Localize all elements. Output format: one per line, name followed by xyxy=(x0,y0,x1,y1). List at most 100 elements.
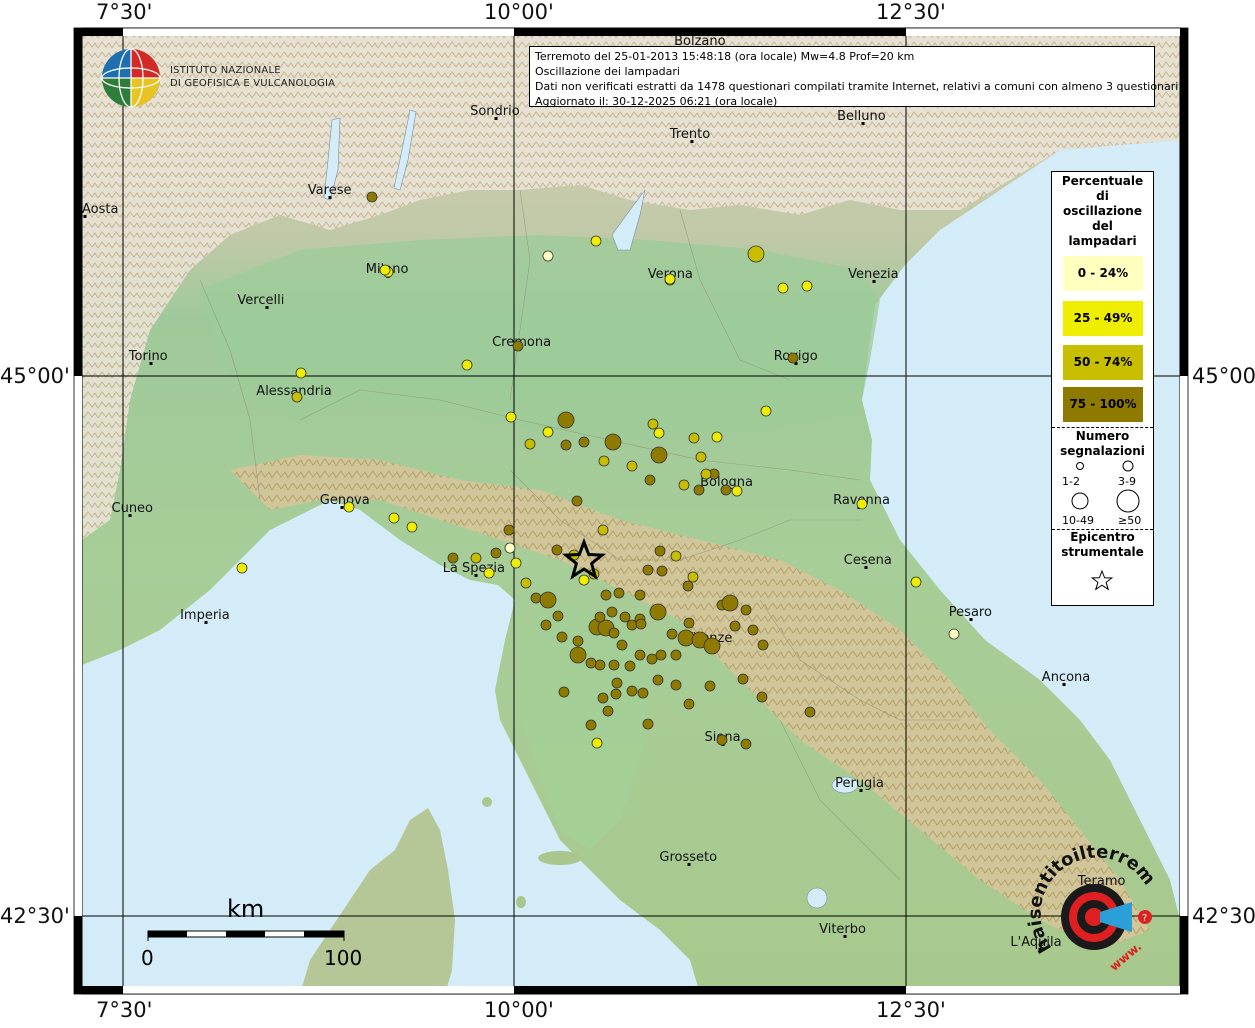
observation-point xyxy=(704,680,716,692)
city-marker xyxy=(128,514,132,517)
city-marker xyxy=(474,574,478,577)
city-label: Varese xyxy=(308,183,352,198)
observation-point xyxy=(642,564,654,576)
city-marker xyxy=(83,215,87,218)
observation-point xyxy=(504,542,516,554)
institute-line2: DI GEOFISICA E VULCANOLOGIA xyxy=(170,78,336,89)
observation-point xyxy=(716,734,728,746)
observation-point xyxy=(642,718,654,730)
observation-point xyxy=(626,460,638,472)
observation-point xyxy=(447,552,459,564)
observation-point xyxy=(291,391,303,403)
observation-point xyxy=(483,567,495,579)
legend-title: Percentuale di oscillazione del lampadar… xyxy=(1052,174,1153,249)
observation-point xyxy=(747,245,765,263)
city-marker xyxy=(861,122,865,125)
elba-island xyxy=(538,851,582,865)
observation-point xyxy=(503,524,515,536)
city-label: Viterbo xyxy=(819,922,866,937)
observation-point xyxy=(619,611,631,623)
observation-point xyxy=(606,606,618,618)
lat-right-2: 42°30' xyxy=(1192,904,1255,928)
observation-point xyxy=(804,706,816,718)
observation-point xyxy=(608,659,620,671)
city-label: Grosseto xyxy=(659,850,717,865)
scale-max: 100 xyxy=(324,946,362,970)
observation-point xyxy=(777,282,789,294)
observation-point xyxy=(236,562,248,574)
observation-point xyxy=(670,550,682,562)
observation-point xyxy=(461,359,473,371)
observation-point xyxy=(490,547,502,559)
city-marker xyxy=(690,140,694,143)
observation-point xyxy=(801,280,813,292)
observation-point xyxy=(530,592,542,604)
lon-bottom-2: 10°00' xyxy=(484,998,554,1022)
event-subtitle: Oscillazione dei lampadari xyxy=(535,65,680,78)
lat-left-1: 45°00' xyxy=(0,364,70,388)
lake-bolsena xyxy=(806,887,828,909)
observation-point xyxy=(608,627,620,639)
observation-point xyxy=(597,692,609,704)
city-label: Perugia xyxy=(835,776,884,791)
legend-size-title-line: Numero xyxy=(1075,429,1130,443)
capraia-island xyxy=(482,797,492,807)
observation-point xyxy=(634,589,646,601)
city-label: Cuneo xyxy=(112,501,154,516)
observation-point xyxy=(647,418,659,430)
scale-unit: km xyxy=(227,895,264,923)
city-label: Imperia xyxy=(180,608,230,623)
observation-point xyxy=(693,484,705,496)
observation-point xyxy=(590,235,602,247)
observation-point xyxy=(683,617,695,629)
observation-point xyxy=(656,565,668,577)
city-marker xyxy=(494,117,498,120)
city-label: Aosta xyxy=(82,202,118,217)
institute-name: ISTITUTO NAZIONALE DI GEOFISICA E VULCAN… xyxy=(170,64,335,90)
city-marker xyxy=(687,863,691,866)
observation-point xyxy=(571,495,583,507)
city-marker xyxy=(328,196,332,199)
observation-point xyxy=(343,501,355,513)
seismic-map: BolzanoSondrioTrentoBellunoVareseAostaMi… xyxy=(0,0,1255,1024)
observation-point xyxy=(650,446,668,464)
city-label: Sondrio xyxy=(470,104,520,119)
observation-point xyxy=(652,674,664,686)
observation-point xyxy=(721,594,739,612)
observation-point xyxy=(578,436,590,448)
lon-top-1: 7°30' xyxy=(96,0,153,24)
observation-point xyxy=(757,639,769,651)
observation-point xyxy=(556,631,568,643)
observation-point xyxy=(505,411,517,423)
observation-point xyxy=(551,544,563,556)
event-title: Terremoto del 25-01-2013 15:48:18 (ora l… xyxy=(535,50,915,63)
legend-size-title-line: segnalazioni xyxy=(1060,444,1145,458)
legend-separator xyxy=(1052,427,1153,428)
observation-point xyxy=(655,649,667,661)
observation-point xyxy=(539,591,557,609)
observation-point xyxy=(470,552,482,564)
observation-point xyxy=(512,340,524,352)
observation-point xyxy=(644,474,656,486)
observation-point xyxy=(624,660,636,672)
svg-text:?: ? xyxy=(1142,913,1147,924)
size-label-3-9: 3-9 xyxy=(1118,475,1136,488)
observation-point xyxy=(948,628,960,640)
city-marker xyxy=(340,506,344,509)
city-marker xyxy=(859,789,863,792)
observation-point xyxy=(695,451,707,463)
observation-point xyxy=(388,512,400,524)
lon-top-3: 12°30' xyxy=(876,0,946,24)
observation-point xyxy=(558,686,570,698)
observation-point xyxy=(740,604,752,616)
observation-point xyxy=(677,629,695,647)
city-label: Ancona xyxy=(1042,670,1090,685)
observation-point xyxy=(552,610,564,622)
observation-point xyxy=(366,191,378,203)
city-marker xyxy=(204,621,208,624)
observation-point xyxy=(406,521,418,533)
observation-point xyxy=(683,698,695,710)
observation-point xyxy=(591,737,603,749)
observation-point xyxy=(604,433,622,451)
observation-point xyxy=(610,688,622,700)
